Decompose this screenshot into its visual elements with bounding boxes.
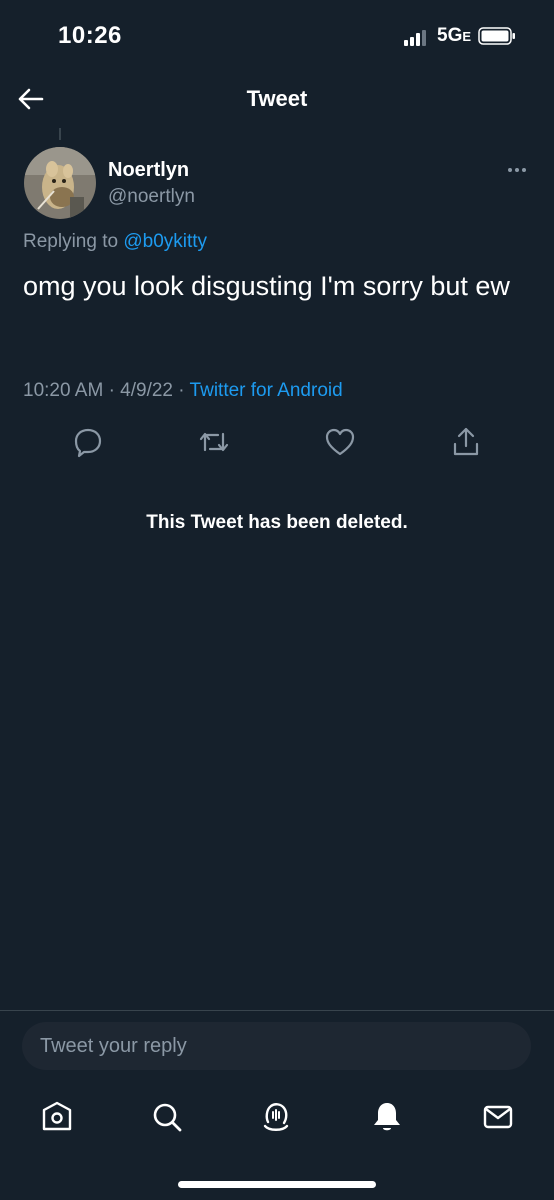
reply-input[interactable] <box>22 1022 531 1070</box>
meta-separator: · <box>108 380 115 401</box>
tweet-meta: 10:20 AM · 4/9/22 · Twitter for Android <box>23 380 343 402</box>
share-icon <box>453 427 479 456</box>
home-icon <box>42 1101 72 1131</box>
page-title: Tweet <box>246 86 308 111</box>
mention-link[interactable]: @b0ykitty <box>123 231 207 252</box>
replying-to: Replying to @b0ykitty <box>23 231 207 253</box>
network-suffix: E <box>462 29 472 44</box>
retweet-icon <box>199 432 229 452</box>
spaces-icon <box>263 1103 289 1131</box>
tab-home[interactable] <box>38 1098 76 1136</box>
battery-icon <box>478 25 516 47</box>
deleted-tweet-notice: This Tweet has been deleted. <box>146 512 408 533</box>
more-dots-icon <box>508 168 526 172</box>
tweet-source[interactable]: Twitter for Android <box>190 380 343 401</box>
home-indicator[interactable] <box>178 1181 376 1188</box>
search-icon <box>153 1103 182 1132</box>
tab-search[interactable] <box>148 1098 186 1136</box>
share-button[interactable] <box>448 424 484 460</box>
more-options-button[interactable] <box>500 158 534 182</box>
tweet-text: omg you look disgusting I'm sorry but ew <box>23 271 510 301</box>
author-handle[interactable]: @noertlyn <box>108 186 195 208</box>
tab-messages[interactable] <box>479 1098 517 1136</box>
author-name[interactable]: Noertlyn <box>108 159 189 182</box>
tweet-date: 4/9/22 <box>120 380 173 401</box>
network-type: 5G <box>437 25 463 46</box>
signal-icon <box>404 30 432 46</box>
reply-button[interactable] <box>70 424 106 460</box>
notifications-icon <box>374 1103 400 1131</box>
replying-prefix: Replying to <box>23 231 124 252</box>
meta-separator: · <box>178 380 185 401</box>
messages-icon <box>483 1105 513 1129</box>
tab-spaces[interactable] <box>257 1098 295 1136</box>
retweet-button[interactable] <box>196 424 232 460</box>
reply-icon <box>74 428 102 458</box>
tab-notifications[interactable] <box>368 1098 406 1136</box>
thread-connector <box>59 128 61 140</box>
tweet-time: 10:20 AM <box>23 380 104 401</box>
like-button[interactable] <box>322 424 358 460</box>
divider <box>0 1010 554 1011</box>
like-icon <box>325 428 355 456</box>
reply-composer[interactable] <box>22 1022 531 1070</box>
network-indicator: 5GE <box>437 25 471 47</box>
status-time: 10:26 <box>58 22 122 49</box>
avatar[interactable] <box>24 147 96 219</box>
